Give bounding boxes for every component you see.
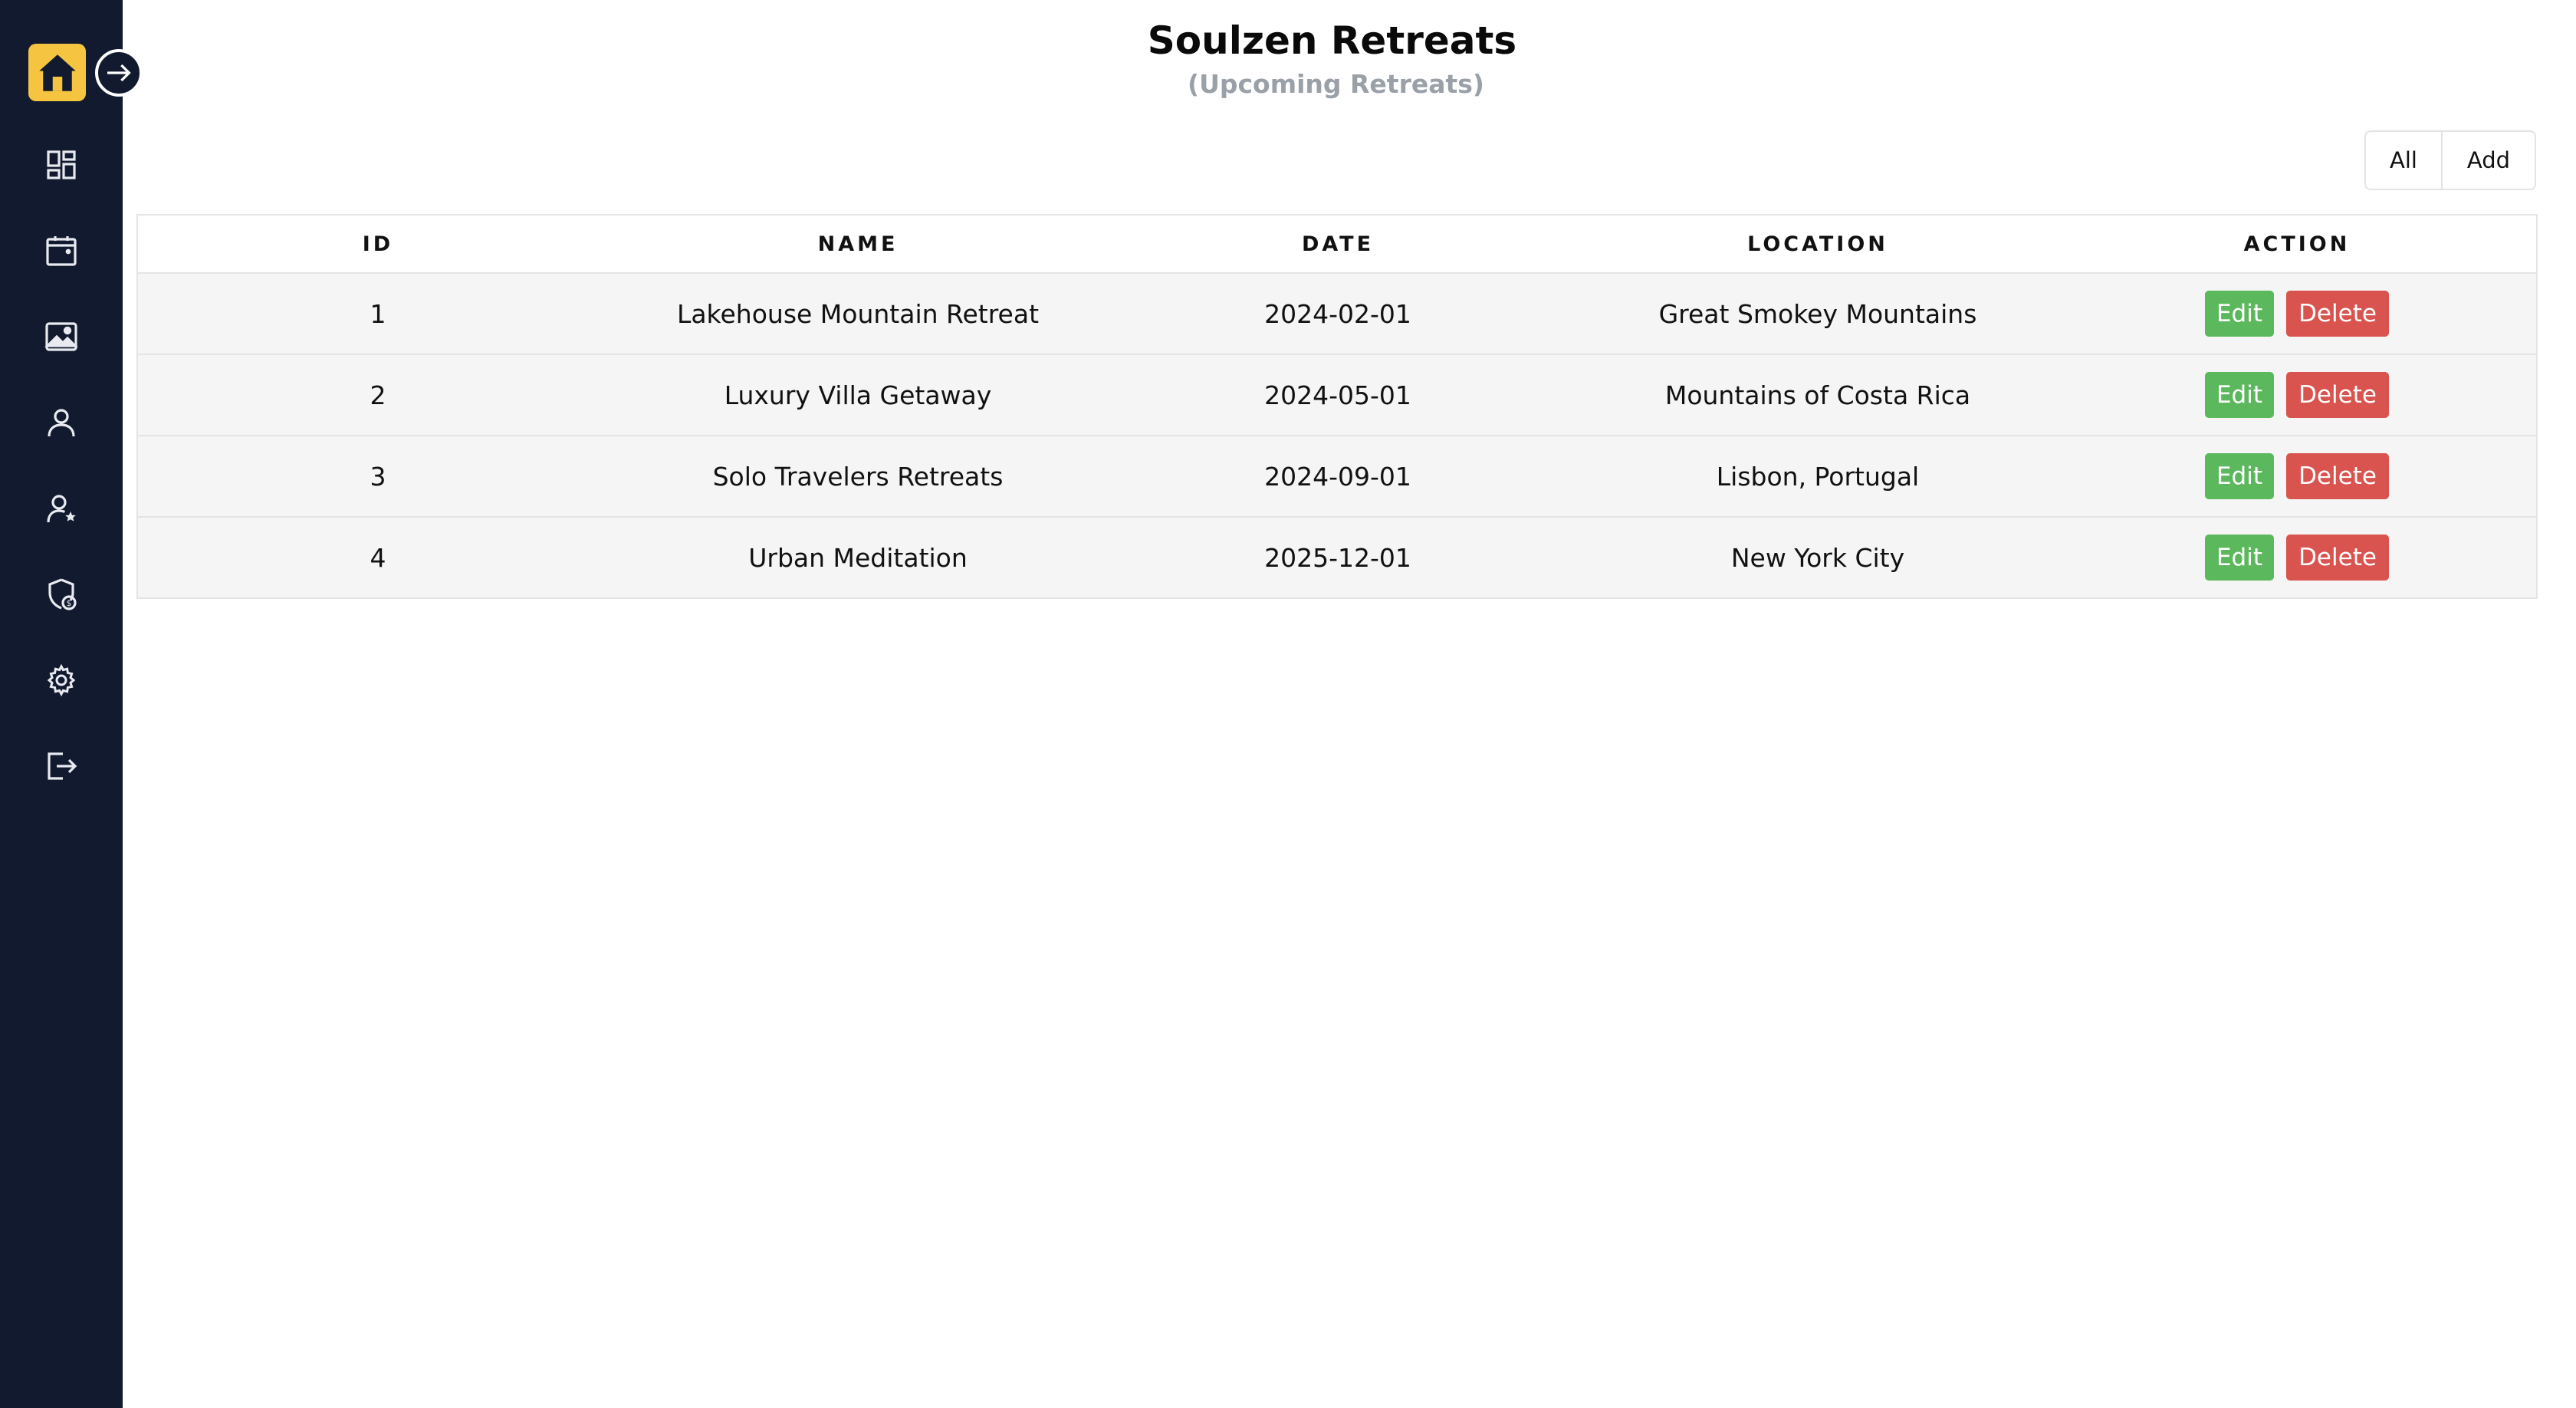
table-row: 1 Lakehouse Mountain Retreat 2024-02-01 … (138, 273, 2536, 355)
column-header-location: LOCATION (1578, 215, 2058, 274)
cell-name: Urban Meditation (618, 517, 1098, 597)
cell-action: Edit Delete (2058, 517, 2536, 597)
table-row: 2 Luxury Villa Getaway 2024-05-01 Mounta… (138, 354, 2536, 436)
sidebar-expand-button[interactable] (95, 49, 143, 97)
column-header-date: DATE (1098, 215, 1578, 274)
gear-icon (47, 663, 76, 697)
sidebar-item-users[interactable] (38, 400, 84, 446)
cell-name: Solo Travelers Retreats (618, 436, 1098, 518)
image-icon (44, 322, 78, 351)
all-button[interactable]: All (2366, 132, 2443, 189)
dashboard-icon (47, 150, 76, 179)
page-title: Soulzen Retreats (1147, 18, 1517, 63)
edit-button[interactable]: Edit (2205, 291, 2274, 337)
cell-location: New York City (1578, 517, 2058, 597)
filter-button-group: All Add (2364, 130, 2536, 190)
user-star-icon (47, 495, 76, 523)
arrow-right-circle-icon (107, 64, 131, 82)
cell-location: Lisbon, Portugal (1578, 436, 2058, 518)
retreats-table: ID NAME DATE LOCATION ACTION 1 Lakehouse… (136, 214, 2538, 599)
cell-id: 4 (138, 517, 618, 597)
main-content: Soulzen Retreats (Upcoming Retreats) All… (123, 0, 2576, 1408)
logout-icon (48, 752, 77, 780)
cell-id: 3 (138, 436, 618, 518)
edit-button[interactable]: Edit (2205, 372, 2274, 418)
cell-date: 2024-05-01 (1098, 354, 1578, 436)
cell-location: Great Smokey Mountains (1578, 273, 2058, 355)
cell-name: Luxury Villa Getaway (618, 354, 1098, 436)
cell-date: 2025-12-01 (1098, 517, 1578, 597)
sidebar-item-billing[interactable]: $ (38, 571, 84, 617)
sidebar-item-instructors[interactable] (38, 485, 84, 531)
column-header-id: ID (138, 215, 618, 274)
edit-button[interactable]: Edit (2205, 453, 2274, 499)
cell-id: 1 (138, 273, 618, 355)
add-button[interactable]: Add (2443, 132, 2535, 189)
cell-id: 2 (138, 354, 618, 436)
sidebar-item-settings[interactable] (38, 657, 84, 703)
calendar-icon (46, 236, 77, 266)
user-icon (48, 409, 75, 437)
app-root: $ Soulzen Retreats (Upcoming Retreats) A… (0, 0, 2576, 1408)
shield-dollar-icon: $ (48, 578, 77, 610)
edit-button[interactable]: Edit (2205, 535, 2274, 581)
delete-button[interactable]: Delete (2286, 535, 2389, 581)
delete-button[interactable]: Delete (2286, 372, 2389, 418)
page-subtitle: (Upcoming Retreats) (1187, 69, 1485, 99)
cell-action: Edit Delete (2058, 273, 2536, 355)
delete-button[interactable]: Delete (2286, 453, 2389, 499)
sidebar-item-dashboard[interactable] (38, 142, 84, 188)
table-row: 3 Solo Travelers Retreats 2024-09-01 Lis… (138, 436, 2536, 518)
column-header-action: ACTION (2058, 215, 2536, 274)
cell-date: 2024-09-01 (1098, 436, 1578, 518)
table-row: 4 Urban Meditation 2025-12-01 New York C… (138, 517, 2536, 597)
cell-action: Edit Delete (2058, 354, 2536, 436)
home-logo[interactable] (28, 44, 86, 101)
cell-date: 2024-02-01 (1098, 273, 1578, 355)
sidebar-item-calendar[interactable] (38, 228, 84, 274)
sidebar-item-logout[interactable] (38, 743, 84, 789)
svg-text:$: $ (67, 598, 72, 608)
cell-name: Lakehouse Mountain Retreat (618, 273, 1098, 355)
column-header-name: NAME (618, 215, 1098, 274)
sidebar: $ (0, 0, 123, 1408)
cell-action: Edit Delete (2058, 436, 2536, 518)
delete-button[interactable]: Delete (2286, 291, 2389, 337)
table-header-row: ID NAME DATE LOCATION ACTION (138, 215, 2536, 274)
cell-location: Mountains of Costa Rica (1578, 354, 2058, 436)
sidebar-item-gallery[interactable] (38, 314, 84, 360)
home-icon (38, 54, 76, 91)
